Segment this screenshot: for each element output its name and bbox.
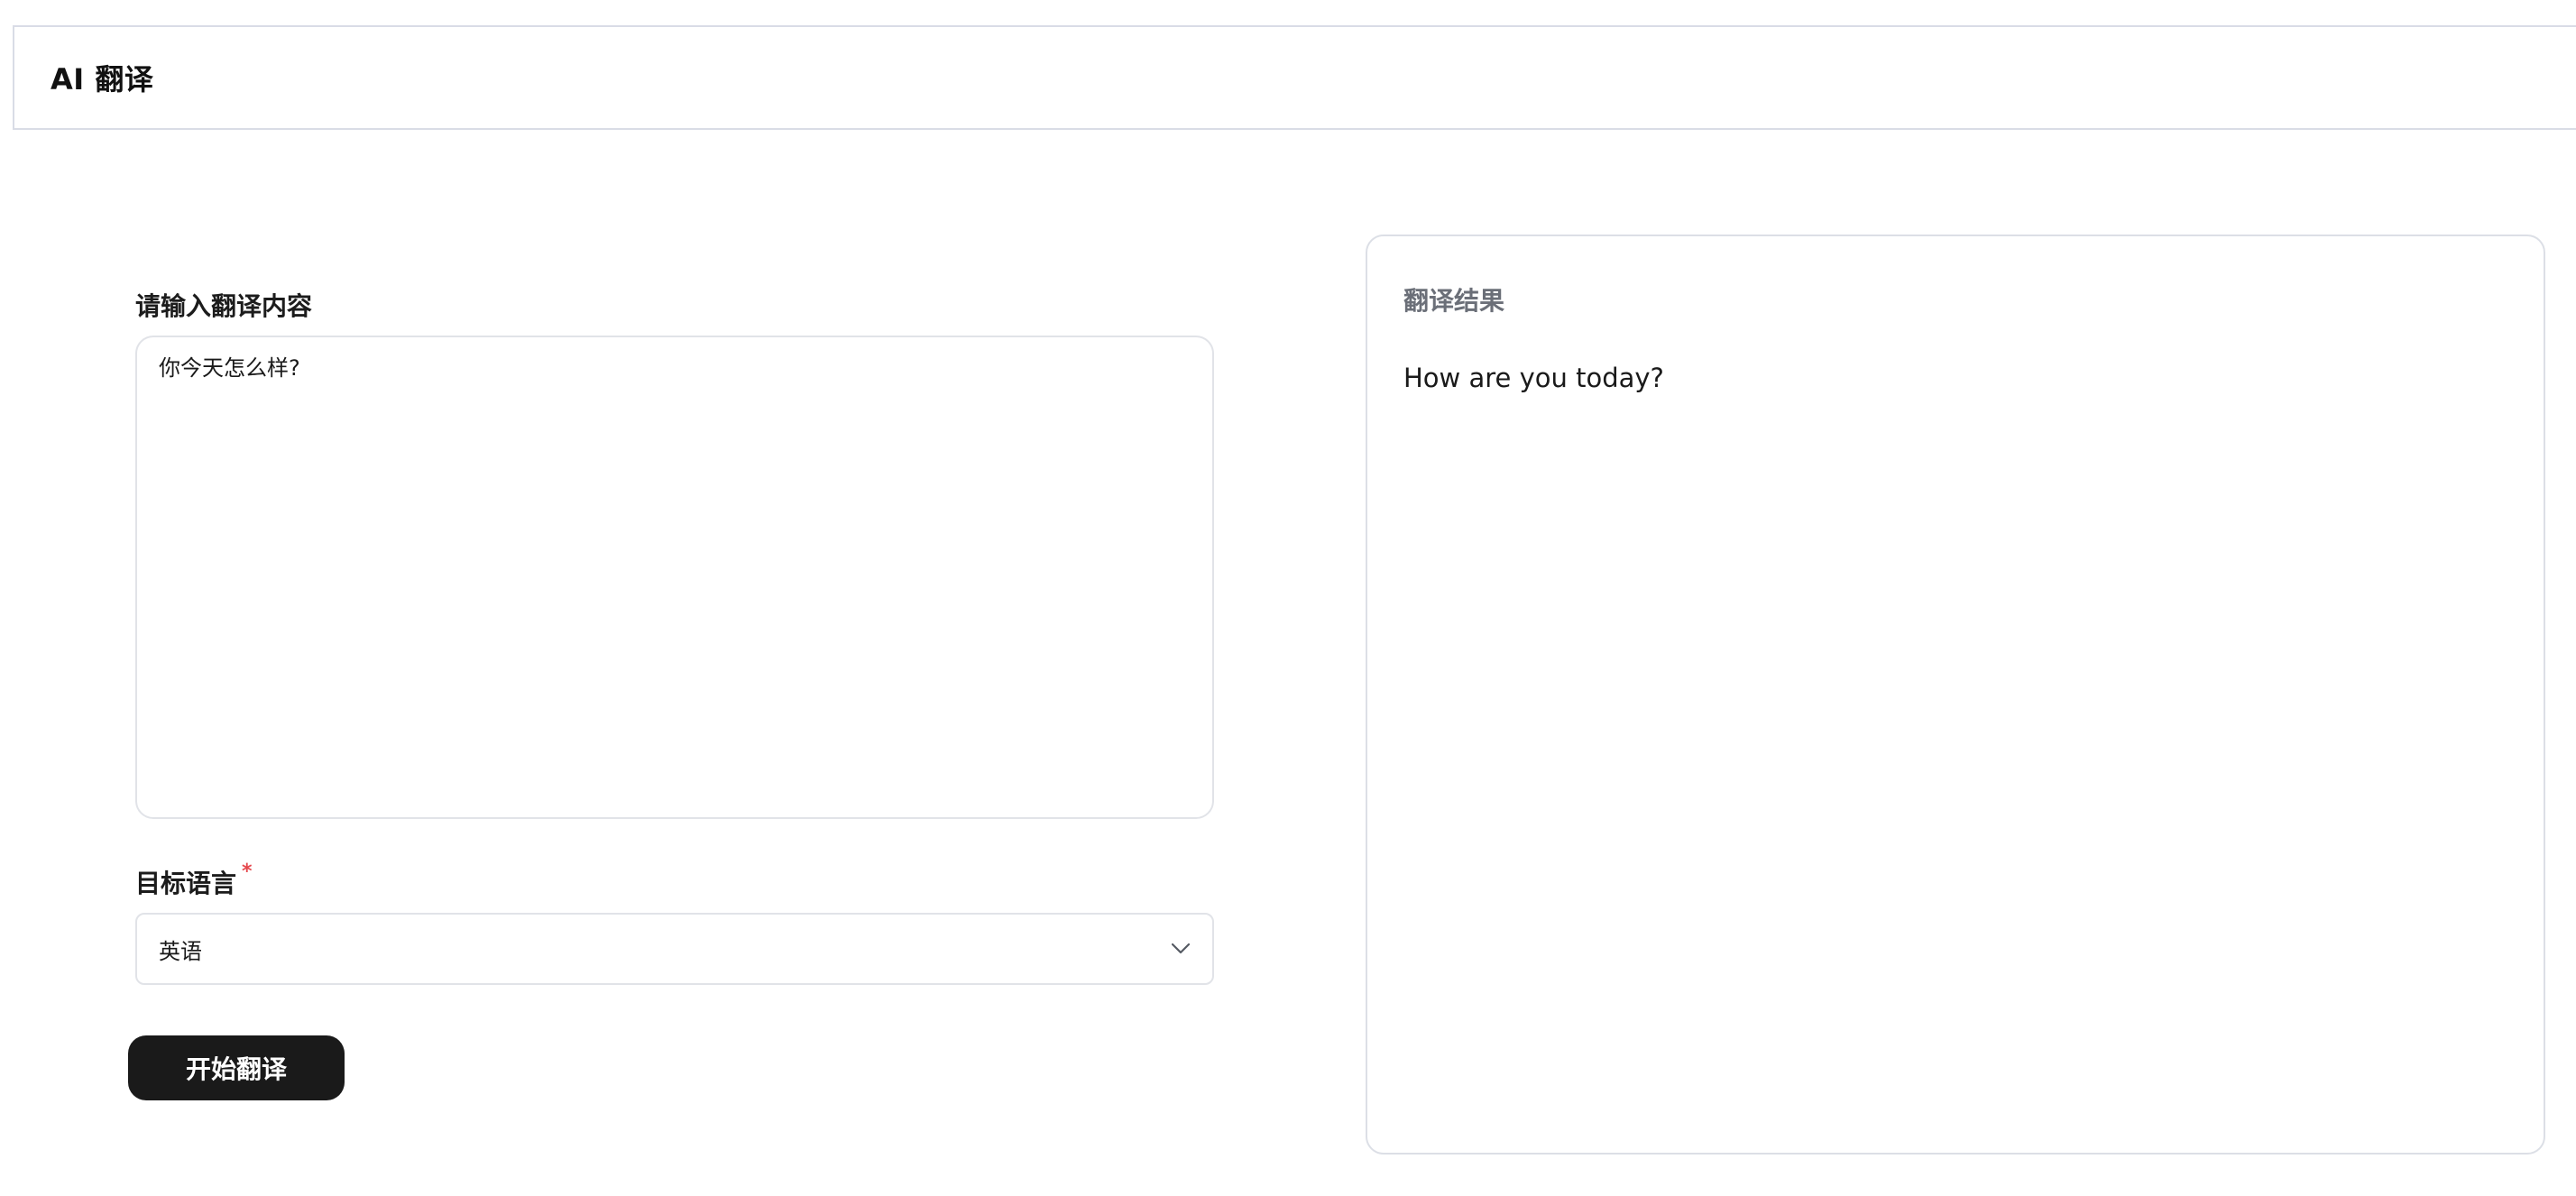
result-title: 翻译结果 [1403, 286, 1505, 316]
target-language-value: 英语 [159, 938, 202, 964]
source-text-input[interactable] [135, 336, 1214, 819]
translator-app: AI 翻译 请输入翻译内容 目标语言* 英语 开始翻译 翻译结果 How are… [0, 0, 2576, 1196]
target-language-label: 目标语言 * [135, 860, 253, 900]
page-header: AI 翻译 [13, 25, 2576, 130]
required-mark: * [242, 860, 253, 883]
start-translate-button[interactable]: 开始翻译 [128, 1035, 345, 1100]
target-language-label-text: 目标语言 [135, 869, 237, 898]
page-title: AI 翻译 [51, 62, 154, 97]
result-panel: 翻译结果 How are you today? [1366, 235, 2545, 1155]
chevron-down-icon [1171, 939, 1191, 959]
result-text: How are you today? [1403, 363, 1664, 393]
target-language-select[interactable]: 英语 [135, 913, 1214, 985]
input-label: 请输入翻译内容 [135, 291, 313, 321]
